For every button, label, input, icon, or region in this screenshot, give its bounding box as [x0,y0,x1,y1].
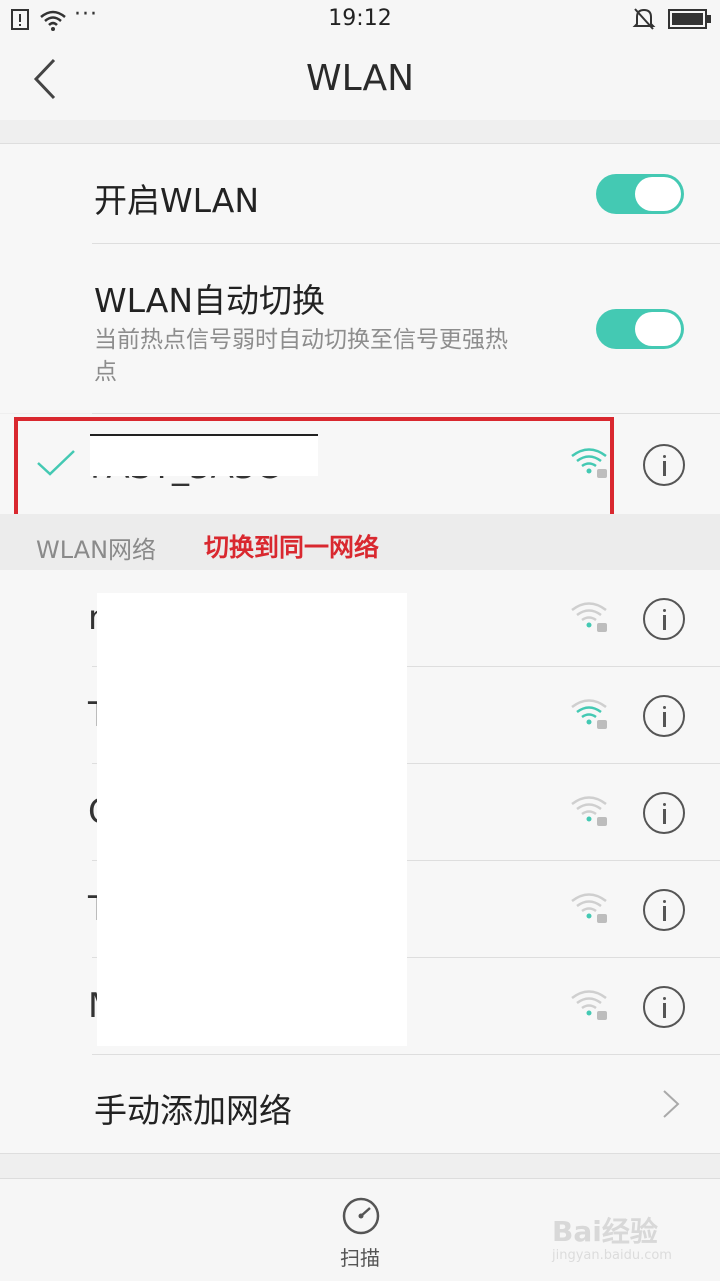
wifi-lock-icon [571,796,607,826]
network-info-button[interactable] [643,986,685,1028]
silent-bell-icon [632,8,656,30]
auto-switch-desc-line1: 当前热点信号弱时自动切换至信号更强热 [94,327,508,353]
divider [0,1153,720,1154]
toggle-knob [635,312,681,346]
page-title: WLAN [305,58,415,99]
wifi-lock-icon [571,602,607,632]
auto-switch-desc-line2: 点 [94,359,117,385]
divider [0,143,720,144]
manual-add-label: 手动添加网络 [94,1091,292,1130]
watermark-logo: Bai经验 [552,1215,658,1248]
toggle-knob [635,177,681,211]
wifi-lock-icon [571,893,607,923]
auto-switch-label: WLAN自动切换 [94,281,326,320]
network-info-button[interactable] [643,889,685,931]
network-info-button[interactable] [643,695,685,737]
divider [92,243,720,244]
watermark-url: jingyan.baidu.com [552,1248,672,1263]
section-label: WLAN网络 [36,536,157,564]
speedometer-icon[interactable] [340,1196,382,1236]
chevron-right-icon [663,1090,680,1118]
network-info-button[interactable] [643,792,685,834]
wifi-lock-icon [571,699,607,729]
connected-info-button[interactable] [643,444,685,486]
status-time: 19:12 [328,6,392,31]
annotation-text: 切换到同一网络 [204,533,380,562]
wlan-toggle-label: 开启WLAN [94,181,260,220]
highlight-box [14,417,614,518]
redaction-box [97,593,407,1046]
wifi-lock-icon [571,990,607,1020]
wlan-toggle[interactable] [596,174,684,214]
auto-switch-toggle[interactable] [596,309,684,349]
network-info-button[interactable] [643,598,685,640]
battery-icon [668,9,711,29]
